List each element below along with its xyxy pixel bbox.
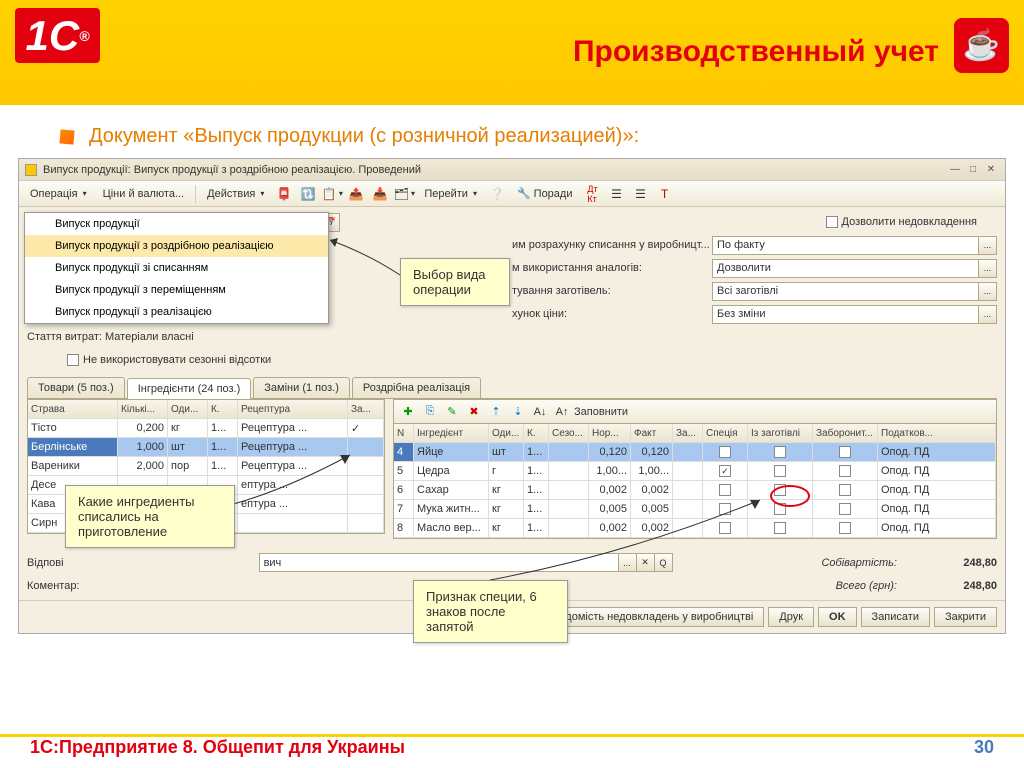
analog-select-button[interactable]: ... [979,259,997,278]
template-icon[interactable]: T [653,184,675,204]
subtitle-text: Документ «Выпуск продукции (с розничной … [89,125,639,148]
menu-item-4[interactable]: Випуск продукції з реалізацією [25,301,328,323]
list-icon[interactable]: ☰ [605,184,627,204]
add-icon[interactable]: ✚ [398,403,418,421]
resp-label: Відпові [27,557,64,569]
minimize-button[interactable]: — [947,163,963,177]
cost-label: Собівартість: [821,557,897,569]
col-recipe: Рецептура [238,400,348,418]
cost-value: 248,80 [897,557,997,569]
analog-field[interactable]: Дозволити [712,259,979,278]
col-qty: Кількі... [118,400,168,418]
coffee-icon: ☕ [954,18,1009,73]
toolbar: Операція Ціни й валюта... Действия 📮 🔃 📋… [19,181,1005,207]
ok-button[interactable]: OK [818,607,857,627]
menu-item-0[interactable]: Випуск продукції [25,213,328,235]
post-icon[interactable]: 📮 [273,184,295,204]
up-icon[interactable]: ⇡ [486,403,506,421]
run-icon[interactable]: 📤 [345,184,367,204]
zagot-field[interactable]: Всі заготівлі [712,282,979,301]
subtitle: Документ «Выпуск продукции (с розничной … [0,105,1024,158]
close-button[interactable]: Закрити [934,607,997,627]
tab-retail[interactable]: Роздрібна реалізація [352,377,481,398]
col-za: За... [348,400,384,418]
spice-highlight [770,485,810,507]
price-select-button[interactable]: ... [979,305,997,324]
regime-field[interactable]: По факту [712,236,979,255]
fill-dropdown[interactable]: Заповнити [574,406,628,418]
comment-label: Коментар: [27,580,80,592]
resp-open[interactable]: Q [655,553,673,572]
dtkt-icon[interactable]: ДтКт [581,184,603,204]
regime-label: им розрахунку списання у виробницт... [512,239,712,251]
doc-icon[interactable]: 📋 [321,184,343,204]
tips-button[interactable]: 🔧Поради [510,184,580,203]
maximize-button[interactable]: □ [965,163,981,177]
col-dish: Страва [28,400,118,418]
page-footer: 1С:Предприятие 8. Общепит для Украины 30 [0,734,1024,758]
menu-item-2[interactable]: Випуск продукції зі списанням [25,257,328,279]
goto-dropdown[interactable]: Перейти [417,185,484,203]
regime-select-button[interactable]: ... [979,236,997,255]
sort-asc-icon[interactable]: A↓ [530,403,550,421]
operation-dropdown[interactable]: Операція [23,185,94,203]
edit-icon[interactable]: ✎ [442,403,462,421]
refresh-icon[interactable]: 🔃 [297,184,319,204]
close-button[interactable]: ✕ [983,163,999,177]
list2-icon[interactable]: ☰ [629,184,651,204]
resp-select[interactable]: ... [619,553,637,572]
copy-icon[interactable]: ⎘ [420,403,440,421]
menu-item-3[interactable]: Випуск продукції з переміщенням [25,279,328,301]
allow-short-label: Дозволити недовкладення [842,216,977,228]
delete-icon[interactable]: ✖ [464,403,484,421]
import-icon[interactable]: 📥 [369,184,391,204]
analog-label: м використання аналогів: [512,262,712,274]
season-label: Не використовувати сезонні відсотки [83,354,271,366]
price-label: хунок ціни: [512,308,712,320]
down-icon[interactable]: ⇣ [508,403,528,421]
header-title: Производственный учет [573,35,939,69]
operation-menu: Випуск продукції Випуск продукції з розд… [24,212,329,324]
total-value: 248,80 [897,580,997,592]
bullet-icon [59,129,74,144]
price-field[interactable]: Без зміни [712,305,979,324]
page-number: 30 [974,737,994,758]
season-checkbox[interactable] [67,354,79,366]
tabstrip: Товари (5 поз.) Інгредієнти (24 поз.) За… [27,377,997,399]
slide-header: 1C® Производственный учет ☕ [0,0,1024,105]
tab-subst[interactable]: Заміни (1 поз.) [253,377,350,398]
tab-ingredients[interactable]: Інгредієнти (24 поз.) [127,378,252,399]
zagot-select-button[interactable]: ... [979,282,997,301]
ingredients-toolbar: ✚ ⎘ ✎ ✖ ⇡ ⇣ A↓ A↑ Заповнити [393,399,997,423]
logo-1c: 1C® [15,8,100,63]
menu-item-1[interactable]: Випуск продукції з роздрібною реалізаціє… [25,235,328,257]
save-button[interactable]: Записати [861,607,930,627]
resp-clear[interactable]: ✕ [637,553,655,572]
window-icon [25,164,37,176]
report-button[interactable]: Відомість недовкладень у виробництві [545,607,765,627]
col-k: К. [208,400,238,418]
allow-short-checkbox[interactable] [826,216,838,228]
zagot-label: тування заготівель: [512,285,712,297]
resp-field[interactable]: вич [259,553,619,572]
total-label: Всего (грн): [836,580,897,592]
prices-button[interactable]: Ціни й валюта... [96,185,192,203]
cost-row: Стаття витрат: Матеріали власні [27,331,194,343]
window-title: Випуск продукції: Випуск продукції з роз… [43,164,421,176]
struct-icon[interactable]: 🗂 [393,184,415,204]
titlebar: Випуск продукції: Випуск продукції з роз… [19,159,1005,181]
actions-dropdown[interactable]: Действия [200,185,271,203]
callout-ingredients: Какие ингредиенты списались на приготовл… [65,485,235,548]
sort-desc-icon[interactable]: A↑ [552,403,572,421]
tab-goods[interactable]: Товари (5 поз.) [27,377,125,398]
ingredients-grid[interactable]: N Інгредієнт Оди... К. Сезо... Нор... Фа… [393,423,997,539]
callout-operation: Выбор вида операции [400,258,510,306]
help-icon[interactable]: ❔ [486,184,508,204]
footer-product: 1С:Предприятие 8. Общепит для Украины [30,737,405,758]
col-unit: Оди... [168,400,208,418]
callout-spice: Признак специи, 6 знаков после запятой [413,580,568,643]
print-button[interactable]: Друк [768,607,814,627]
